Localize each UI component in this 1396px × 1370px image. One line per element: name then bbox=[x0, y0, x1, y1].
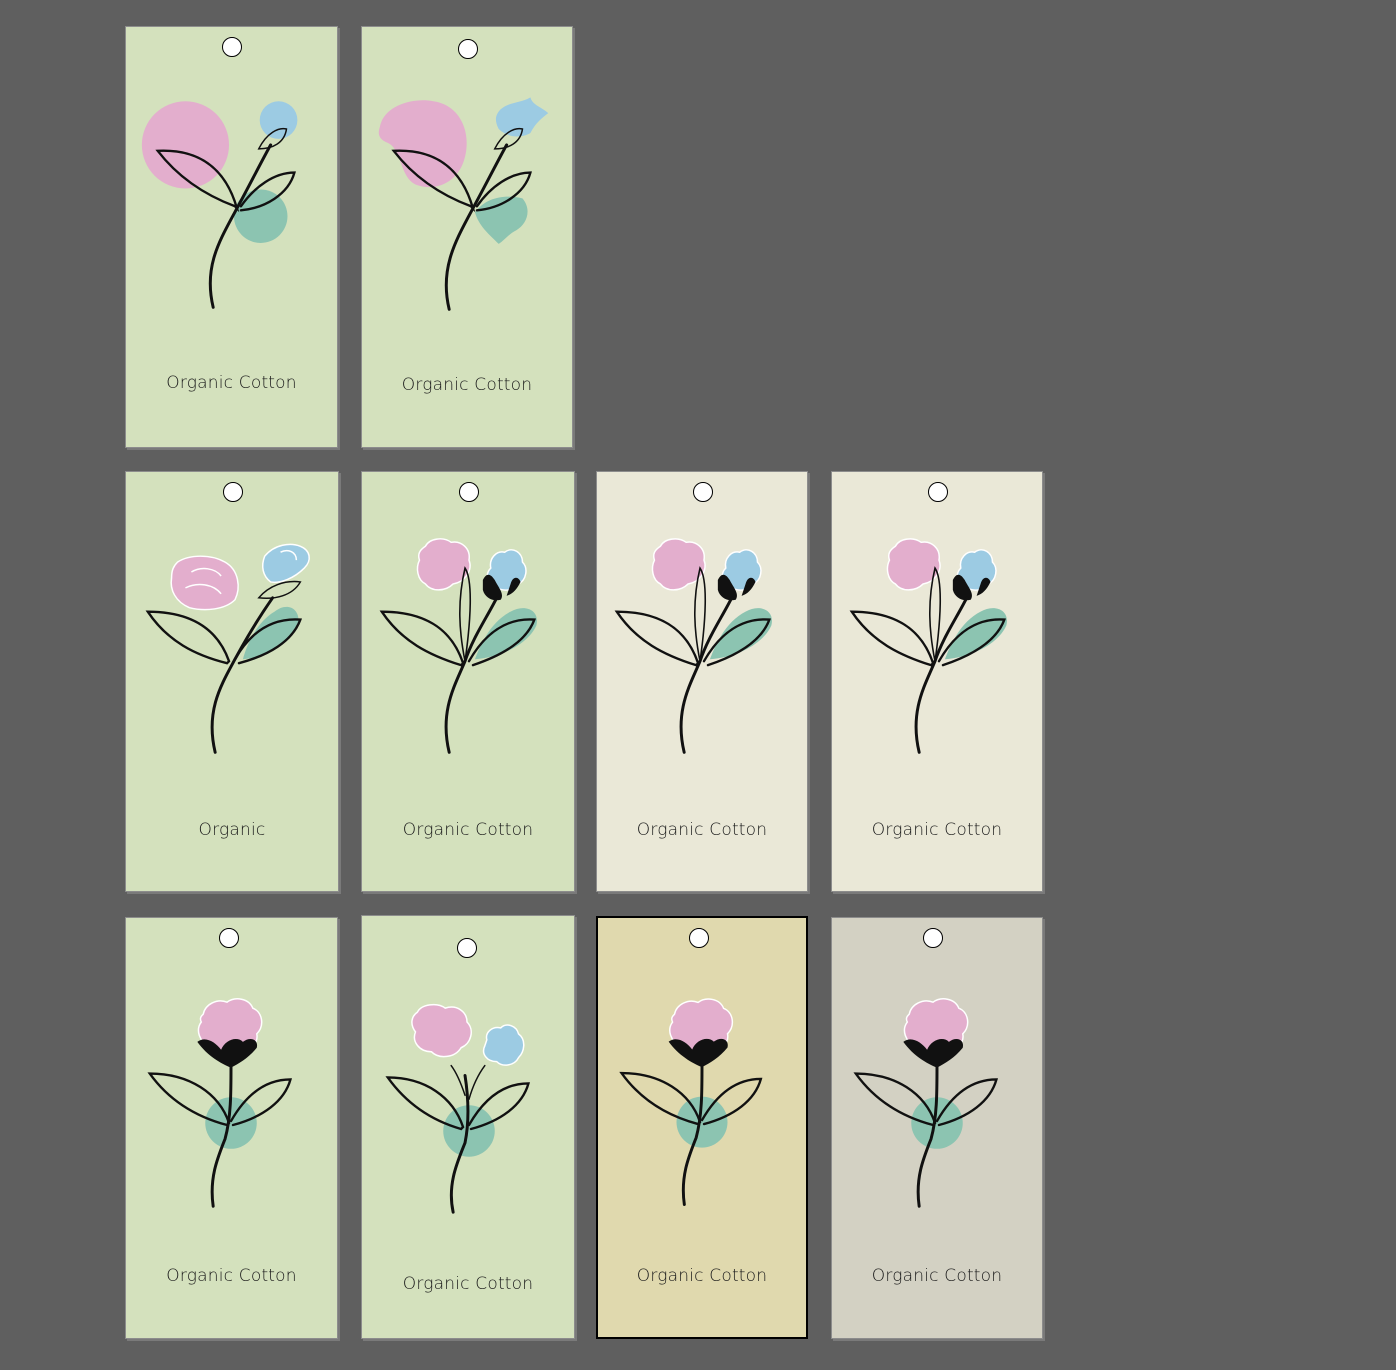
hang-tag-artboard-7[interactable]: Organic Cotton bbox=[125, 917, 338, 1339]
tag-label: Organic Cotton bbox=[871, 1266, 1003, 1286]
hang-tag-artboard-6[interactable]: Organic Cotton bbox=[831, 471, 1043, 892]
hang-tag-artboard-2[interactable]: Organic Cotton bbox=[361, 26, 573, 448]
tag-label: Organic Cotton bbox=[402, 820, 534, 840]
tag-label: Organic Cotton bbox=[636, 1266, 768, 1286]
tag-label: Organic Cotton bbox=[166, 373, 297, 393]
tag-label: Organic Cotton bbox=[166, 1266, 297, 1286]
tag-label: Organic Cotton bbox=[871, 820, 1003, 840]
tag-label: Organic Cotton bbox=[401, 375, 533, 395]
hang-tag-artboard-8[interactable]: Organic Cotton bbox=[361, 915, 575, 1339]
hang-tag-artboard-1[interactable]: Organic Cotton bbox=[125, 26, 338, 448]
tag-label: Organic Cotton bbox=[402, 1274, 534, 1294]
tag-label: Organic bbox=[198, 820, 266, 840]
hang-tag-artboard-9-selected[interactable]: Organic Cotton bbox=[596, 916, 808, 1339]
hang-tag-artboard-3[interactable]: Organic bbox=[125, 471, 339, 892]
hang-tag-artboard-4[interactable]: Organic Cotton bbox=[361, 471, 575, 892]
hang-tag-artboard-10[interactable]: Organic Cotton bbox=[831, 917, 1043, 1339]
tag-label: Organic Cotton bbox=[636, 820, 768, 840]
hang-tag-artboard-5[interactable]: Organic Cotton bbox=[596, 471, 808, 892]
